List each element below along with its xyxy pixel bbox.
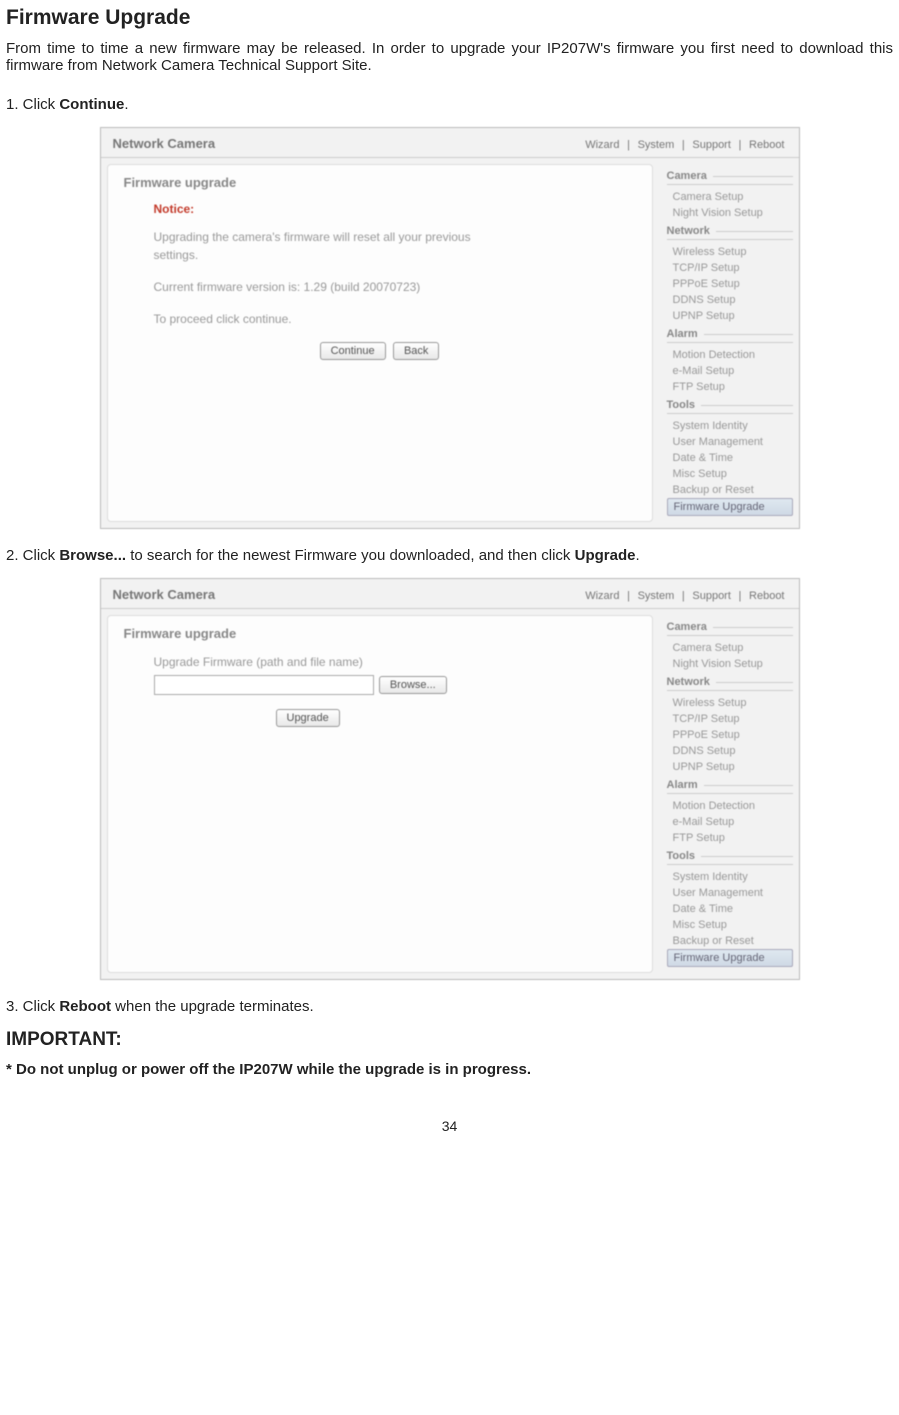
sidebar-item[interactable]: System Identity: [667, 869, 793, 885]
important-heading: IMPORTANT:: [6, 1029, 893, 1051]
sidebar-item[interactable]: Backup or Reset: [667, 933, 793, 949]
sidebar-item[interactable]: Misc Setup: [667, 917, 793, 933]
side-head-network: Network: [667, 676, 793, 691]
link-system[interactable]: System: [638, 139, 675, 151]
step-2: 2. Click Browse... to search for the new…: [6, 547, 893, 564]
titlebar: Network Camera Wizard | System | Support…: [101, 128, 799, 158]
step2-bold1: Browse...: [59, 547, 126, 564]
sidebar-item[interactable]: User Management: [667, 885, 793, 901]
sidebar-item-firmware-upgrade[interactable]: Firmware Upgrade: [667, 949, 793, 967]
upgrade-label: Upgrade Firmware (path and file name): [154, 653, 514, 671]
sep: |: [739, 590, 742, 602]
link-system[interactable]: System: [638, 590, 675, 602]
side-head-camera: Camera: [667, 170, 793, 185]
sidebar-item[interactable]: Misc Setup: [667, 466, 793, 482]
screenshot-2: Network Camera Wizard | System | Support…: [100, 578, 800, 980]
continue-button[interactable]: Continue: [320, 342, 386, 360]
link-reboot[interactable]: Reboot: [749, 590, 784, 602]
step2-mid: to search for the newest Firmware you do…: [126, 547, 575, 564]
link-reboot[interactable]: Reboot: [749, 139, 784, 151]
step-1: 1. Click Continue.: [6, 96, 893, 113]
content-panel: Firmware upgrade Notice: Upgrading the c…: [107, 164, 653, 522]
sidebar-item[interactable]: e-Mail Setup: [667, 814, 793, 830]
step2-prefix: 2. Click: [6, 547, 59, 564]
titlebar: Network Camera Wizard | System | Support…: [101, 579, 799, 609]
upgrade-button[interactable]: Upgrade: [276, 709, 340, 727]
step1-prefix: 1. Click: [6, 96, 59, 113]
sidebar-item[interactable]: UPNP Setup: [667, 308, 793, 324]
sep: |: [627, 590, 630, 602]
link-wizard[interactable]: Wizard: [585, 590, 619, 602]
top-links: Wizard | System | Support | Reboot: [583, 587, 786, 602]
warning-text: * Do not unplug or power off the IP207W …: [6, 1061, 893, 1078]
sidebar-item[interactable]: UPNP Setup: [667, 759, 793, 775]
sidebar-item[interactable]: FTP Setup: [667, 830, 793, 846]
side-head-alarm: Alarm: [667, 328, 793, 343]
screenshot-1: Network Camera Wizard | System | Support…: [100, 127, 800, 529]
sidebar-item[interactable]: TCP/IP Setup: [667, 711, 793, 727]
sep: |: [682, 590, 685, 602]
top-links: Wizard | System | Support | Reboot: [583, 136, 786, 151]
sidebar-item[interactable]: System Identity: [667, 418, 793, 434]
notice-text-1: Upgrading the camera's firmware will res…: [154, 228, 514, 264]
side-head-network: Network: [667, 225, 793, 240]
step2-suffix: .: [635, 547, 639, 564]
panel-title: Firmware upgrade: [124, 626, 636, 641]
panel-title: Firmware upgrade: [124, 175, 636, 190]
notice-label: Notice:: [154, 202, 636, 216]
sidebar: Camera Camera Setup Night Vision Setup N…: [659, 158, 799, 528]
sidebar-item[interactable]: DDNS Setup: [667, 743, 793, 759]
notice-text-3: To proceed click continue.: [154, 310, 514, 328]
step3-suffix: when the upgrade terminates.: [111, 998, 314, 1015]
sidebar-item[interactable]: Camera Setup: [667, 640, 793, 656]
file-path-input[interactable]: [154, 675, 374, 695]
sidebar-item[interactable]: Wireless Setup: [667, 695, 793, 711]
sidebar: Camera Camera Setup Night Vision Setup N…: [659, 609, 799, 979]
app-title: Network Camera: [113, 136, 216, 151]
step1-bold: Continue: [59, 96, 124, 113]
sidebar-item[interactable]: Motion Detection: [667, 347, 793, 363]
page-number: 34: [6, 1118, 893, 1134]
side-head-tools: Tools: [667, 850, 793, 865]
step2-bold2: Upgrade: [575, 547, 636, 564]
sidebar-item-firmware-upgrade[interactable]: Firmware Upgrade: [667, 498, 793, 516]
sidebar-item[interactable]: DDNS Setup: [667, 292, 793, 308]
sidebar-item[interactable]: FTP Setup: [667, 379, 793, 395]
app-title: Network Camera: [113, 587, 216, 602]
sidebar-item[interactable]: User Management: [667, 434, 793, 450]
step-3: 3. Click Reboot when the upgrade termina…: [6, 998, 893, 1015]
browse-button[interactable]: Browse...: [379, 676, 447, 694]
step3-prefix: 3. Click: [6, 998, 59, 1015]
intro-text: From time to time a new firmware may be …: [6, 40, 893, 74]
sidebar-item[interactable]: TCP/IP Setup: [667, 260, 793, 276]
sidebar-item[interactable]: Night Vision Setup: [667, 656, 793, 672]
sep: |: [739, 139, 742, 151]
step3-bold: Reboot: [59, 998, 111, 1015]
link-support[interactable]: Support: [692, 590, 731, 602]
sidebar-item[interactable]: Backup or Reset: [667, 482, 793, 498]
page-heading: Firmware Upgrade: [6, 6, 893, 30]
side-head-alarm: Alarm: [667, 779, 793, 794]
sidebar-item[interactable]: Date & Time: [667, 450, 793, 466]
back-button[interactable]: Back: [393, 342, 439, 360]
side-head-tools: Tools: [667, 399, 793, 414]
sidebar-item[interactable]: Wireless Setup: [667, 244, 793, 260]
side-head-camera: Camera: [667, 621, 793, 636]
link-support[interactable]: Support: [692, 139, 731, 151]
sidebar-item[interactable]: Date & Time: [667, 901, 793, 917]
sidebar-item[interactable]: Motion Detection: [667, 798, 793, 814]
sep: |: [682, 139, 685, 151]
sep: |: [627, 139, 630, 151]
step1-suffix: .: [124, 96, 128, 113]
notice-text-2: Current firmware version is: 1.29 (build…: [154, 278, 514, 296]
sidebar-item[interactable]: Night Vision Setup: [667, 205, 793, 221]
content-panel: Firmware upgrade Upgrade Firmware (path …: [107, 615, 653, 973]
sidebar-item[interactable]: Camera Setup: [667, 189, 793, 205]
sidebar-item[interactable]: PPPoE Setup: [667, 276, 793, 292]
sidebar-item[interactable]: PPPoE Setup: [667, 727, 793, 743]
link-wizard[interactable]: Wizard: [585, 139, 619, 151]
sidebar-item[interactable]: e-Mail Setup: [667, 363, 793, 379]
